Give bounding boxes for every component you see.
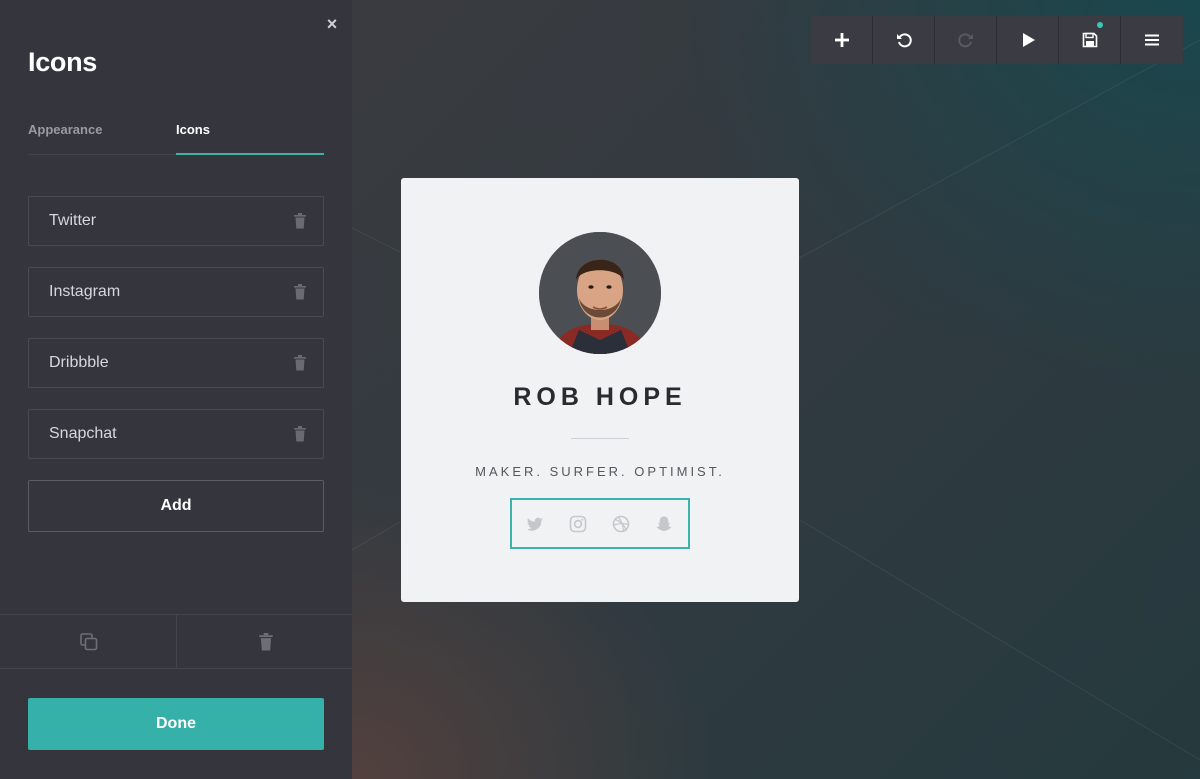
avatar bbox=[539, 232, 661, 354]
trash-icon[interactable] bbox=[257, 633, 275, 651]
save-button[interactable] bbox=[1059, 16, 1121, 64]
active-tab-indicator bbox=[176, 153, 324, 155]
unsaved-indicator bbox=[1097, 22, 1103, 28]
duplicate-icon[interactable] bbox=[80, 633, 98, 651]
profile-card[interactable]: ROB HOPE MAKER. SURFER. OPTIMIST. bbox=[401, 178, 799, 602]
trash-icon[interactable] bbox=[293, 284, 307, 300]
done-button[interactable]: Done bbox=[28, 698, 324, 750]
snapchat-icon[interactable] bbox=[655, 515, 673, 533]
preview-button[interactable] bbox=[997, 16, 1059, 64]
add-icon-button[interactable]: Add bbox=[28, 480, 324, 532]
icon-item-dribbble[interactable]: Dribbble bbox=[28, 338, 324, 388]
icon-item-label: Instagram bbox=[49, 283, 121, 300]
plus-icon bbox=[835, 33, 849, 47]
twitter-icon[interactable] bbox=[526, 515, 544, 533]
trash-icon[interactable] bbox=[293, 355, 307, 371]
icon-item-label: Dribbble bbox=[49, 354, 109, 371]
panel-tabs: Appearance Icons bbox=[28, 114, 324, 156]
redo-icon bbox=[958, 33, 973, 48]
social-icons-group[interactable] bbox=[510, 498, 690, 549]
tab-appearance[interactable]: Appearance bbox=[28, 122, 102, 137]
play-icon bbox=[1023, 33, 1035, 47]
profile-tagline[interactable]: MAKER. SURFER. OPTIMIST. bbox=[401, 464, 799, 479]
trash-icon[interactable] bbox=[293, 213, 307, 229]
panel-title: Icons bbox=[28, 47, 98, 77]
icon-item-label: Snapchat bbox=[49, 425, 117, 442]
panel-footer-actions bbox=[0, 614, 352, 669]
close-panel-button[interactable]: × bbox=[321, 13, 343, 35]
instagram-icon[interactable] bbox=[569, 515, 587, 533]
save-icon bbox=[1082, 32, 1098, 48]
redo-button[interactable] bbox=[935, 16, 997, 64]
settings-panel: × Icons Appearance Icons Twitter Instagr… bbox=[0, 0, 352, 779]
icon-item-snapchat[interactable]: Snapchat bbox=[28, 409, 324, 459]
icon-item-twitter[interactable]: Twitter bbox=[28, 196, 324, 246]
undo-button[interactable] bbox=[873, 16, 935, 64]
undo-icon bbox=[897, 33, 912, 48]
icon-item-label: Twitter bbox=[49, 212, 97, 229]
menu-icon bbox=[1145, 34, 1159, 46]
avatar-photo bbox=[539, 232, 661, 354]
profile-name[interactable]: ROB HOPE bbox=[401, 383, 799, 412]
name-divider bbox=[571, 438, 629, 439]
icon-item-instagram[interactable]: Instagram bbox=[28, 267, 324, 317]
editor-toolbar bbox=[811, 16, 1183, 64]
footer-divider bbox=[176, 615, 177, 669]
menu-button[interactable] bbox=[1121, 16, 1183, 64]
trash-icon[interactable] bbox=[293, 426, 307, 442]
tab-icons[interactable]: Icons bbox=[176, 122, 210, 137]
add-button[interactable] bbox=[811, 16, 873, 64]
dribbble-icon[interactable] bbox=[612, 515, 630, 533]
